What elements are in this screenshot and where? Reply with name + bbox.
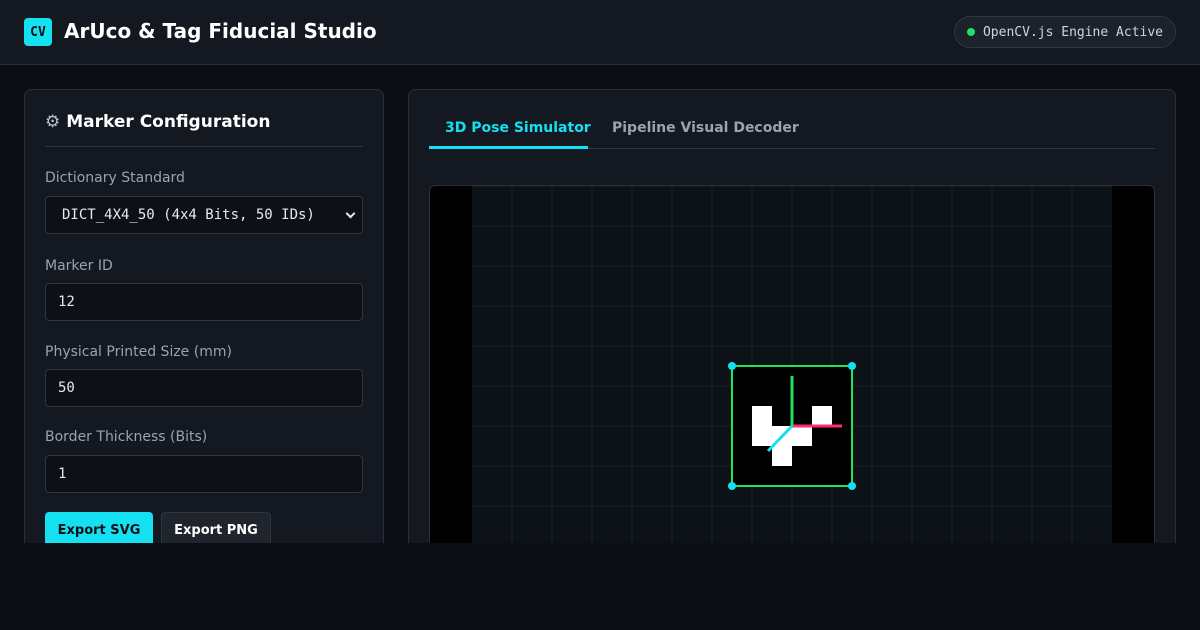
engine-status-badge: OpenCV.js Engine Active <box>953 16 1176 48</box>
marker-bit <box>812 406 832 426</box>
panel-title-text: Marker Configuration <box>66 112 271 132</box>
app-title: ArUco & Tag Fiducial Studio <box>64 19 377 43</box>
marker-id-label: Marker ID <box>45 258 113 274</box>
marker-bit <box>752 406 772 446</box>
marker-configuration-panel: ⚙ Marker Configuration Dictionary Standa… <box>24 89 384 543</box>
chevron-down-icon <box>345 208 356 219</box>
gear-icon: ⚙ <box>45 112 61 132</box>
corner-handle[interactable] <box>728 482 736 490</box>
border-input[interactable]: 1 <box>45 455 363 493</box>
size-input[interactable]: 50 <box>45 369 363 407</box>
size-value: 50 <box>58 380 75 396</box>
marker-bit <box>792 426 812 446</box>
title-divider <box>45 146 363 147</box>
pose-canvas <box>472 186 1112 543</box>
marker-id-input[interactable]: 12 <box>45 283 363 321</box>
marker-bit <box>772 446 792 466</box>
corner-handle[interactable] <box>848 482 856 490</box>
app-header: CV ArUco & Tag Fiducial Studio OpenCV.js… <box>0 0 1200 65</box>
size-label: Physical Printed Size (mm) <box>45 344 232 360</box>
border-value: 1 <box>58 466 67 482</box>
active-tab-indicator <box>429 146 588 149</box>
dictionary-select[interactable]: DICT_4X4_50 (4x4 Bits, 50 IDs) <box>45 196 363 234</box>
dictionary-value: DICT_4X4_50 (4x4 Bits, 50 IDs) <box>62 207 315 223</box>
export-png-button[interactable]: Export PNG <box>161 512 271 543</box>
dictionary-label: Dictionary Standard <box>45 170 185 186</box>
status-dot-icon <box>966 28 975 36</box>
engine-status-text: OpenCV.js Engine Active <box>982 24 1163 40</box>
marker-id-value: 12 <box>58 294 75 310</box>
panel-title: ⚙ Marker Configuration <box>45 112 270 132</box>
tab-3d-pose-simulator[interactable]: 3D Pose Simulator <box>445 120 591 136</box>
export-svg-button[interactable]: Export SVG <box>45 512 153 543</box>
viewer-panel: 3D Pose Simulator Pipeline Visual Decode… <box>408 89 1176 543</box>
corner-handle[interactable] <box>848 362 856 370</box>
border-label: Border Thickness (Bits) <box>45 429 208 445</box>
corner-handle[interactable] <box>728 362 736 370</box>
app-logo: CV <box>24 18 52 46</box>
pose-viewport[interactable] <box>429 185 1155 543</box>
tab-pipeline-visual-decoder[interactable]: Pipeline Visual Decoder <box>612 120 799 136</box>
